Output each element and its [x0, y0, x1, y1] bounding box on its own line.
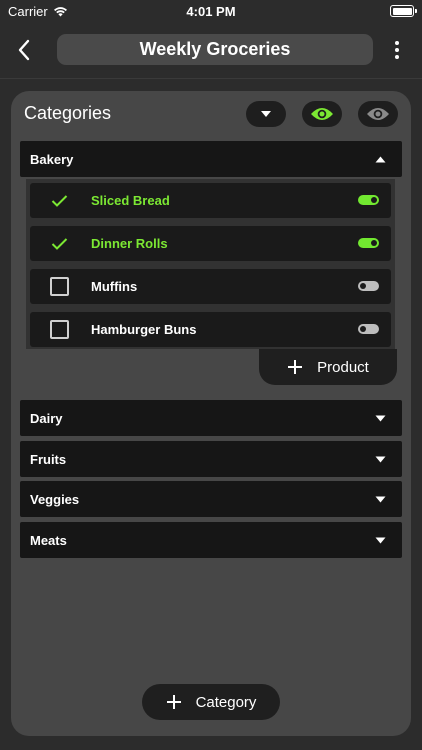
ellipsis-vertical-icon [395, 41, 399, 45]
caret-up-icon [375, 156, 386, 162]
battery-icon [390, 5, 417, 17]
product-label: Hamburger Buns [91, 322, 197, 337]
more-options-button[interactable] [390, 37, 404, 63]
add-category-button[interactable]: Category [142, 684, 280, 720]
category-label: Meats [30, 532, 67, 548]
product-toggle[interactable] [358, 281, 379, 291]
nav-divider [0, 78, 422, 79]
product-label: Muffins [91, 279, 138, 294]
list-title[interactable]: Weekly Groceries [57, 34, 373, 65]
category-row-bakery[interactable]: Bakery [20, 141, 402, 177]
add-product-button[interactable]: Product [259, 349, 397, 385]
product-toggle[interactable] [358, 195, 379, 205]
category-label: Bakery [30, 151, 74, 167]
product-row[interactable]: Dinner Rolls [30, 226, 391, 261]
product-toggle[interactable] [358, 324, 379, 334]
chevron-left-icon [18, 39, 30, 61]
eye-icon [367, 108, 389, 120]
product-checkbox[interactable] [50, 234, 69, 253]
product-row[interactable]: Sliced Bread [30, 183, 391, 218]
categories-panel: Categories Bakery Sliced Bread Dinner Ro… [11, 91, 411, 736]
category-row-veggies[interactable]: Veggies [20, 481, 402, 517]
category-row-fruits[interactable]: Fruits [20, 441, 402, 477]
plus-icon [166, 695, 181, 709]
panel-title: Categories [24, 103, 112, 123]
product-label: Dinner Rolls [91, 236, 168, 251]
back-button[interactable] [12, 37, 36, 63]
product-checkbox[interactable] [50, 320, 69, 339]
product-toggle[interactable] [358, 238, 379, 248]
checkmark-icon [51, 194, 68, 207]
category-row-dairy[interactable]: Dairy [20, 400, 402, 436]
product-list: Sliced Bread Dinner Rolls Muffins Hambur… [26, 179, 395, 349]
caret-down-icon [375, 415, 386, 421]
collapse-all-button[interactable] [246, 101, 286, 127]
product-row[interactable]: Muffins [30, 269, 391, 304]
caret-down-icon [375, 537, 386, 543]
category-label: Fruits [30, 451, 67, 467]
caret-down-icon [375, 456, 386, 462]
status-time: 4:01 PM [186, 4, 236, 19]
plus-icon [288, 360, 303, 374]
show-checked-button[interactable] [302, 101, 342, 127]
product-row[interactable]: Hamburger Buns [30, 312, 391, 347]
product-checkbox[interactable] [50, 191, 69, 210]
caret-down-icon [375, 496, 386, 502]
product-label: Sliced Bread [91, 193, 170, 208]
eye-icon [311, 108, 333, 120]
category-row-meats[interactable]: Meats [20, 522, 402, 558]
product-checkbox[interactable] [50, 277, 69, 296]
hide-checked-button[interactable] [358, 101, 398, 127]
add-category-label: Category [195, 693, 257, 711]
status-bar: Carrier 4:01 PM [0, 0, 422, 24]
category-label: Dairy [30, 410, 63, 426]
category-label: Veggies [30, 491, 80, 507]
add-product-label: Product [317, 358, 369, 376]
caret-down-icon [261, 111, 271, 117]
checkmark-icon [51, 237, 68, 250]
